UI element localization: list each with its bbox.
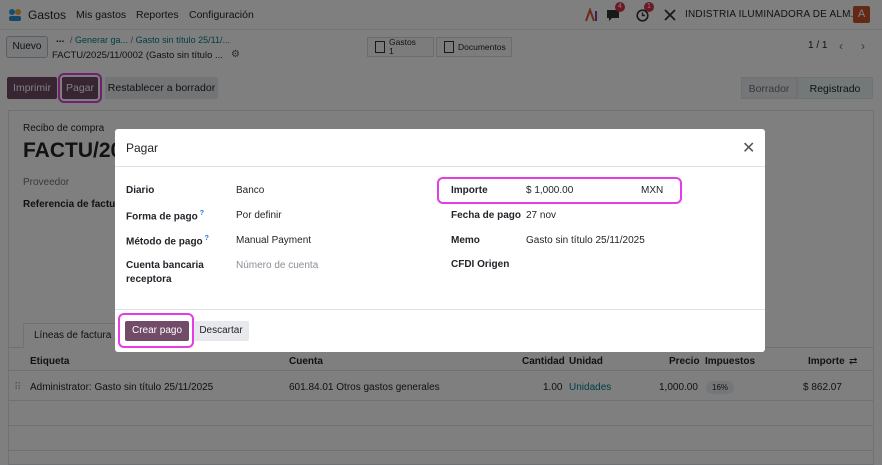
amount-highlight [437, 177, 682, 204]
create-payment-highlight [118, 313, 194, 348]
help-icon[interactable]: ? [205, 235, 209, 242]
bank-account-label: Cuenta bancaria receptora [126, 260, 204, 285]
payment-dialog: Pagar ✕ Diario Banco Forma de pago? Por … [115, 129, 765, 352]
close-icon[interactable]: ✕ [742, 138, 755, 158]
journal-label: Diario [126, 185, 155, 196]
payment-method-field[interactable]: Manual Payment [236, 235, 311, 246]
payment-method-label: Método de pago? [126, 235, 209, 248]
dialog-title: Pagar [126, 141, 159, 155]
memo-label: Memo [451, 235, 480, 246]
discard-button[interactable]: Descartar [193, 321, 249, 341]
payment-date-label: Fecha de pago [451, 210, 522, 221]
journal-field[interactable]: Banco [236, 185, 264, 196]
payment-date-field[interactable]: 27 nov [526, 210, 556, 221]
cfdi-origen-label: CFDI Origen [451, 259, 510, 270]
dialog-footer-divider [115, 309, 765, 310]
memo-field[interactable]: Gasto sin título 25/11/2025 [526, 235, 645, 246]
payment-form-label: Forma de pago? [126, 210, 204, 223]
payment-form-field[interactable]: Por definir [236, 210, 282, 221]
bank-account-input[interactable]: Número de cuenta [236, 260, 318, 271]
help-icon[interactable]: ? [200, 210, 204, 217]
dialog-header-divider [115, 166, 765, 167]
